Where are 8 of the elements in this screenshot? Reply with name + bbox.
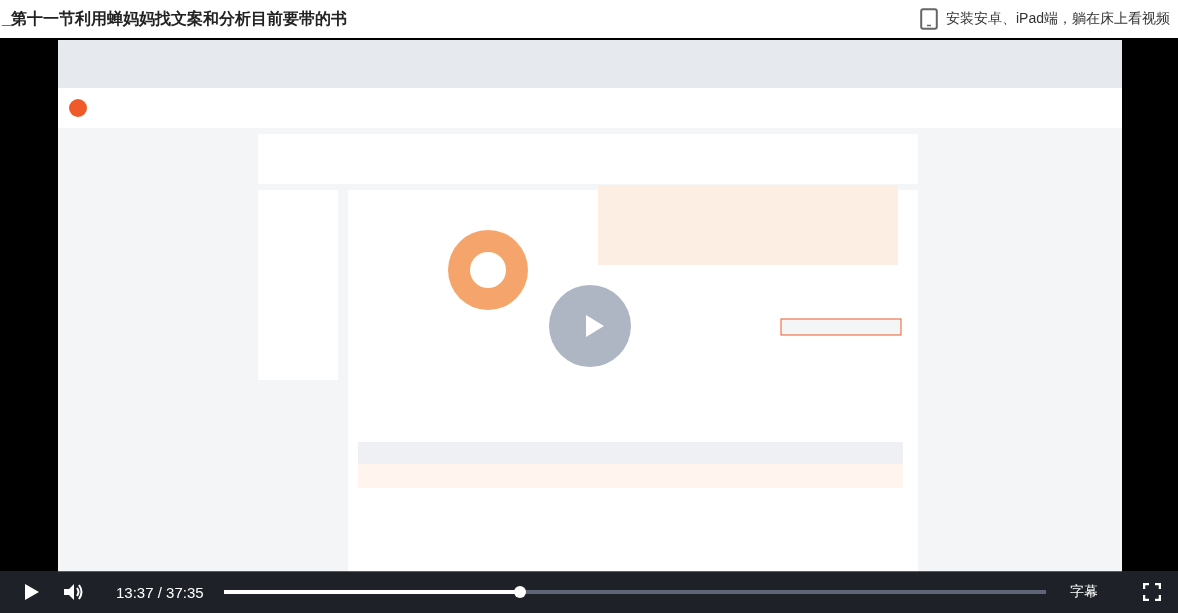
app-promo-link[interactable]: 安装安卓、iPad端，躺在床上看视频 [945, 10, 1170, 28]
tablet-icon[interactable] [919, 8, 938, 30]
progress-handle[interactable] [513, 586, 526, 598]
playback-time: 13:37 / 37:35 [116, 583, 204, 601]
fullscreen-icon [1143, 583, 1161, 601]
lesson-title: _第十一节利用蝉妈妈找文案和分析目前要带的书 [2, 8, 347, 29]
play-icon [22, 583, 40, 601]
subtitles-button[interactable]: 字幕 [1066, 579, 1102, 605]
